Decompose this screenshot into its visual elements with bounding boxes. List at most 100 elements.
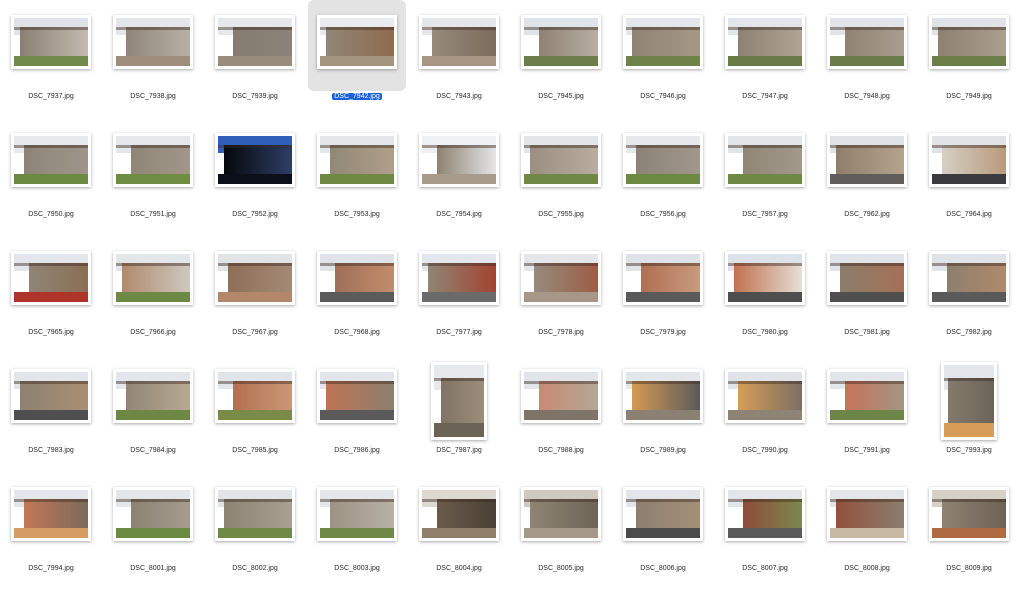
thumbnail-frame [206,236,304,327]
photo-preview [929,487,1009,541]
photo-preview [113,251,193,305]
file-thumbnail[interactable]: DSC_7953.jpg [306,118,408,236]
file-name-label: DSC_7948.jpg [816,92,918,102]
file-thumbnail[interactable]: DSC_7955.jpg [510,118,612,236]
file-thumbnail[interactable]: DSC_7990.jpg [714,354,816,472]
thumbnail-frame [410,236,508,327]
file-name-label: DSC_7942.jpg [306,92,408,102]
file-name-label: DSC_7949.jpg [918,92,1020,102]
file-thumbnail[interactable]: DSC_7980.jpg [714,236,816,354]
file-thumbnail[interactable]: DSC_7957.jpg [714,118,816,236]
file-thumbnail[interactable]: DSC_8005.jpg [510,472,612,590]
photo-preview [317,251,397,305]
photo-preview [623,15,703,69]
file-thumbnail[interactable]: DSC_7939.jpg [204,0,306,118]
thumbnail-frame [512,472,610,563]
file-thumbnail[interactable]: DSC_7984.jpg [102,354,204,472]
thumbnail-frame [614,354,712,445]
file-thumbnail[interactable]: DSC_7951.jpg [102,118,204,236]
file-thumbnail[interactable]: DSC_7966.jpg [102,236,204,354]
file-thumbnail[interactable]: DSC_7946.jpg [612,0,714,118]
file-name-text: DSC_8008.jpg [844,565,890,572]
file-name-text: DSC_7949.jpg [946,93,992,100]
file-name-text: DSC_7946.jpg [640,93,686,100]
file-thumbnail[interactable]: DSC_7962.jpg [816,118,918,236]
file-thumbnail[interactable]: DSC_7981.jpg [816,236,918,354]
file-thumbnail[interactable]: DSC_8004.jpg [408,472,510,590]
file-thumbnail[interactable]: DSC_8001.jpg [102,472,204,590]
file-name-label: DSC_7953.jpg [306,210,408,220]
file-name-label: DSC_7964.jpg [918,210,1020,220]
file-name-label: DSC_7954.jpg [408,210,510,220]
file-name-text: DSC_7994.jpg [28,565,74,572]
file-thumbnail[interactable]: DSC_7947.jpg [714,0,816,118]
file-name-text: DSC_7968.jpg [334,329,380,336]
file-thumbnail[interactable]: DSC_7954.jpg [408,118,510,236]
file-thumbnail[interactable]: DSC_8006.jpg [612,472,714,590]
file-thumbnail[interactable]: DSC_7967.jpg [204,236,306,354]
photo-preview [521,369,601,423]
photo-preview [725,369,805,423]
file-thumbnail[interactable]: DSC_7938.jpg [102,0,204,118]
file-thumbnail[interactable]: DSC_7982.jpg [918,236,1020,354]
photo-preview [317,487,397,541]
file-name-text: DSC_7985.jpg [232,447,278,454]
file-thumbnail[interactable]: DSC_7943.jpg [408,0,510,118]
photo-preview [827,251,907,305]
file-thumbnail[interactable]: DSC_8009.jpg [918,472,1020,590]
file-thumbnail[interactable]: DSC_7983.jpg [0,354,102,472]
file-thumbnail[interactable]: DSC_8007.jpg [714,472,816,590]
file-thumbnail[interactable]: DSC_8002.jpg [204,472,306,590]
file-thumbnail[interactable]: DSC_7988.jpg [510,354,612,472]
photo-preview [11,133,91,187]
file-thumbnail[interactable]: DSC_7987.jpg [408,354,510,472]
file-name-label: DSC_7966.jpg [102,328,204,338]
file-name-text: DSC_7967.jpg [232,329,278,336]
thumbnail-frame [2,354,100,445]
file-thumbnail[interactable]: DSC_7942.jpg [306,0,408,118]
file-name-label: DSC_8007.jpg [714,564,816,574]
file-thumbnail[interactable]: DSC_7994.jpg [0,472,102,590]
photo-preview [521,133,601,187]
file-thumbnail[interactable]: DSC_7949.jpg [918,0,1020,118]
file-thumbnail[interactable]: DSC_7991.jpg [816,354,918,472]
file-name-label: DSC_7983.jpg [0,446,102,456]
file-thumbnail[interactable]: DSC_7950.jpg [0,118,102,236]
file-thumbnail[interactable]: DSC_7986.jpg [306,354,408,472]
file-name-text: DSC_7956.jpg [640,211,686,218]
file-name-label: DSC_7993.jpg [918,446,1020,456]
photo-preview [419,15,499,69]
file-thumbnail[interactable]: DSC_8008.jpg [816,472,918,590]
photo-preview [521,487,601,541]
file-thumbnail[interactable]: DSC_7937.jpg [0,0,102,118]
file-thumbnail[interactable]: DSC_7978.jpg [510,236,612,354]
thumbnail-frame [410,472,508,563]
thumbnail-frame [818,472,916,563]
file-name-text: DSC_7988.jpg [538,447,584,454]
file-thumbnail[interactable]: DSC_7965.jpg [0,236,102,354]
file-name-text: DSC_7979.jpg [640,329,686,336]
file-thumbnail[interactable]: DSC_7985.jpg [204,354,306,472]
file-thumbnail[interactable]: DSC_7977.jpg [408,236,510,354]
file-name-label: DSC_8003.jpg [306,564,408,574]
thumbnail-frame [920,472,1018,563]
file-name-label: DSC_7980.jpg [714,328,816,338]
file-thumbnail[interactable]: DSC_7945.jpg [510,0,612,118]
file-thumbnail[interactable]: DSC_8003.jpg [306,472,408,590]
file-thumbnail[interactable]: DSC_7964.jpg [918,118,1020,236]
file-name-text: DSC_7951.jpg [130,211,176,218]
file-thumbnail[interactable]: DSC_7956.jpg [612,118,714,236]
file-thumbnail[interactable]: DSC_7979.jpg [612,236,714,354]
file-thumbnail[interactable]: DSC_7968.jpg [306,236,408,354]
file-thumbnail[interactable]: DSC_7948.jpg [816,0,918,118]
file-thumbnail[interactable]: DSC_7989.jpg [612,354,714,472]
photo-preview [113,15,193,69]
file-name-text: DSC_7947.jpg [742,93,788,100]
file-name-text: DSC_7989.jpg [640,447,686,454]
file-thumbnail[interactable]: DSC_7993.jpg [918,354,1020,472]
thumbnail-frame [614,0,712,91]
file-thumbnail[interactable]: DSC_7952.jpg [204,118,306,236]
file-name-text: DSC_7937.jpg [28,93,74,100]
photo-preview [419,133,499,187]
photo-preview [317,15,397,69]
